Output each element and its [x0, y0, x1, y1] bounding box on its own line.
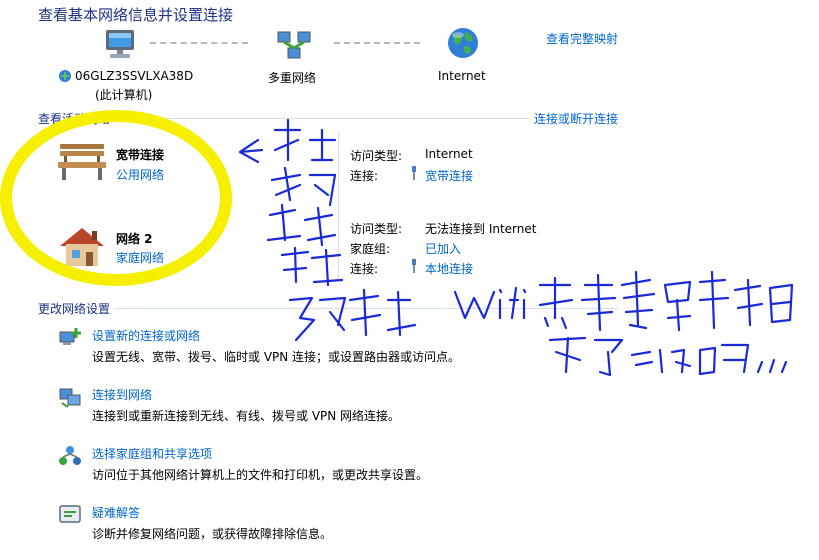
annotation-overlay: [0, 110, 794, 377]
handwritten-scribble: [238, 118, 794, 377]
yellow-highlight-circle: [0, 110, 232, 286]
